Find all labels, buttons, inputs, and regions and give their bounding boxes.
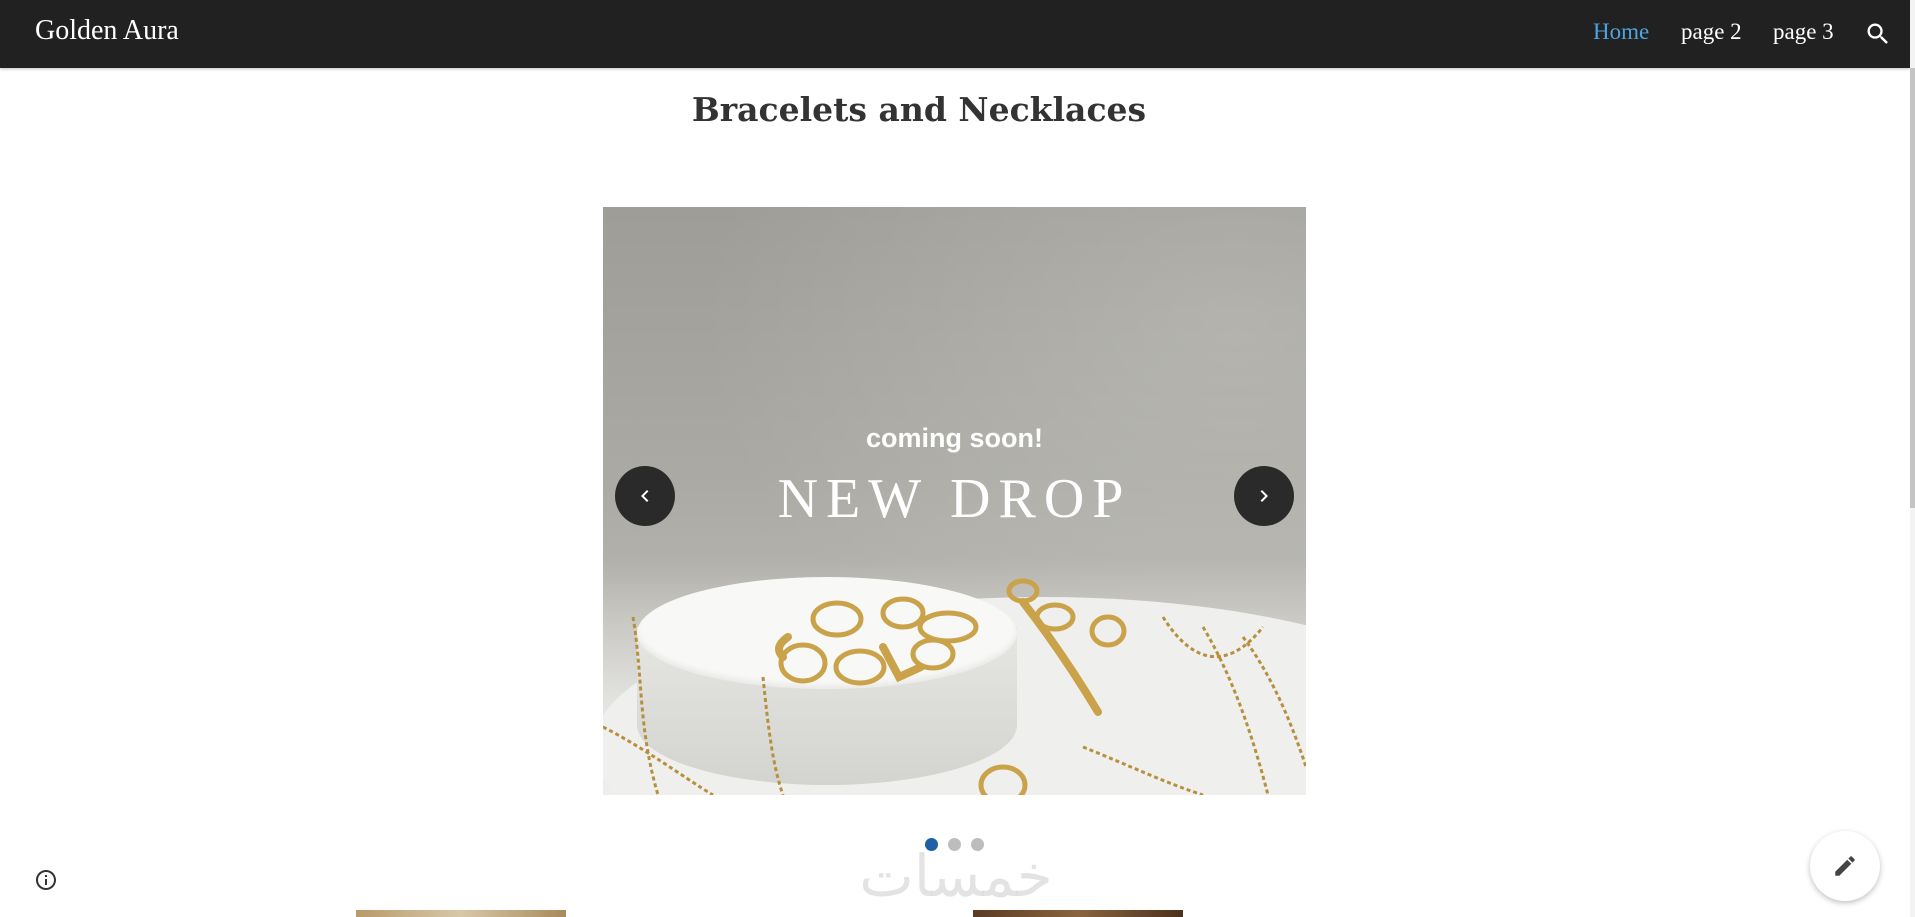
info-icon[interactable] xyxy=(34,868,58,892)
image-carousel: coming soon! NEW DROP xyxy=(603,207,1306,795)
slide-caption-coming-soon: coming soon! xyxy=(866,423,1043,453)
product-image-2[interactable] xyxy=(973,910,1183,917)
carousel-next-button[interactable] xyxy=(1234,466,1294,526)
slide-caption-new-drop: NEW DROP xyxy=(777,468,1132,530)
nav-item-home[interactable]: Home xyxy=(1593,19,1649,45)
scrollbar-thumb[interactable] xyxy=(1910,68,1915,508)
product-image-1[interactable] xyxy=(356,910,566,917)
edit-button[interactable] xyxy=(1810,831,1880,901)
carousel-prev-button[interactable] xyxy=(615,466,675,526)
chevron-right-icon xyxy=(1260,490,1268,502)
top-app-bar: Golden Aura Home page 2 page 3 xyxy=(0,0,1910,68)
watermark-logo: خمسات xyxy=(859,842,1052,906)
search-icon[interactable] xyxy=(1864,20,1892,48)
nav-item-page-3[interactable]: page 3 xyxy=(1773,19,1834,45)
page-scrollbar[interactable] xyxy=(1910,0,1915,917)
main-nav: Home page 2 page 3 xyxy=(0,19,1850,51)
svg-text:خمسات: خمسات xyxy=(859,842,1052,906)
page-title: Bracelets and Necklaces xyxy=(691,90,1147,129)
pencil-icon xyxy=(1835,856,1855,876)
chevron-left-icon xyxy=(641,490,649,502)
nav-item-page-2[interactable]: page 2 xyxy=(1681,19,1742,45)
